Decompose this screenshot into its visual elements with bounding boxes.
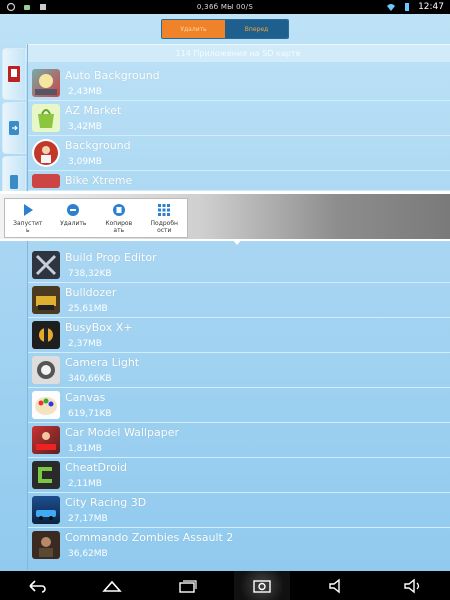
side-tab-move[interactable] — [2, 102, 26, 154]
busybox-icon — [32, 321, 60, 349]
app-name: Background — [65, 139, 131, 152]
app-size: 2,43MB — [68, 87, 102, 97]
app-size: 3,09MB — [68, 157, 102, 167]
app-name: Canvas — [65, 391, 106, 404]
camera-light-icon — [32, 356, 60, 384]
app-size: 2,11MB — [68, 479, 102, 489]
delete-button[interactable]: Удалить — [51, 199, 97, 237]
app-name: CheatDroid — [65, 461, 127, 474]
app-size: 36,62MB — [68, 549, 108, 559]
recent-apps-icon[interactable] — [177, 577, 199, 595]
app-name: Build Prop Editor — [65, 251, 157, 264]
mode-toggle[interactable]: Удалить Вперед — [161, 19, 289, 39]
app-size: 27,17MB — [68, 514, 108, 524]
app-name: Car Model Wallpaper — [65, 426, 179, 439]
phone-icon — [10, 175, 18, 189]
app-size: 738,32KB — [68, 269, 112, 279]
tab-forward[interactable]: Вперед — [225, 20, 288, 38]
app-name: Auto Background — [65, 69, 160, 82]
back-icon[interactable] — [26, 577, 48, 595]
app-name: Commando Zombies Assault 2 — [65, 531, 234, 544]
list-item[interactable]: Bulldozer 25,61MB — [28, 283, 450, 318]
list-item[interactable]: City Racing 3D 27,17MB — [28, 493, 450, 528]
volume-up-icon[interactable] — [402, 577, 424, 595]
notification-icon — [40, 4, 46, 10]
app-name: Bulldozer — [65, 286, 117, 299]
network-speed: 0,36б МЫ 00/S — [196, 3, 254, 11]
app-name: City Racing 3D — [65, 496, 147, 509]
bulldozer-icon — [32, 286, 60, 314]
screenshot-button[interactable] — [234, 571, 290, 600]
app-name: BusyBox X+ — [65, 321, 133, 334]
list-item[interactable]: BusyBox X+ 2,37MB — [28, 318, 450, 353]
grid-icon — [158, 204, 171, 216]
canvas-icon — [32, 391, 60, 419]
delete-icon — [67, 204, 80, 216]
copy-label: Копиров ать — [105, 220, 133, 234]
details-button[interactable]: Подробн ости — [142, 199, 188, 237]
move-to-phone-icon — [9, 121, 19, 135]
list-item[interactable]: Commando Zombies Assault 2 36,62MB — [28, 528, 450, 563]
list-item[interactable]: Build Prop Editor 738,32KB — [28, 248, 450, 283]
app-size: 2,37MB — [68, 339, 102, 349]
copy-icon — [112, 204, 125, 216]
side-tab-sd[interactable] — [2, 48, 26, 100]
action-buttons: Запустит ь Удалить Копиров ать Подробн о… — [4, 198, 188, 238]
copy-button[interactable]: Копиров ать — [96, 199, 142, 237]
cheatdroid-icon — [32, 461, 60, 489]
app-size: 3,42MB — [68, 122, 102, 132]
list-item[interactable]: Car Model Wallpaper 1,81MB — [28, 423, 450, 458]
list-item[interactable] — [28, 50, 450, 62]
app-name: AZ Market — [65, 104, 122, 117]
wifi-icon — [387, 4, 396, 11]
status-bar: 0,36б МЫ 00/S 12:47 — [0, 0, 450, 14]
home-icon[interactable] — [101, 577, 123, 595]
city-racing-icon — [32, 496, 60, 524]
list-item[interactable]: AZ Market 3,42MB — [28, 101, 450, 136]
refresh-icon — [6, 2, 16, 12]
play-icon — [23, 204, 33, 216]
build-prop-editor-icon — [32, 251, 60, 279]
auto-background-icon — [32, 69, 60, 97]
battery-icon — [405, 3, 410, 11]
app-size: 25,61MB — [68, 304, 108, 314]
camera-icon — [253, 580, 271, 593]
delete-label: Удалить — [60, 220, 87, 227]
list-item[interactable]: Auto Background 2,43MB — [28, 66, 450, 101]
bike-xtreme-icon — [32, 174, 60, 188]
app-size: 1,81MB — [68, 444, 102, 454]
details-label: Подробн ости — [150, 220, 178, 234]
app-size: 340,66KB — [68, 374, 112, 384]
list-item[interactable]: CheatDroid 2,11MB — [28, 458, 450, 493]
app-size: 619,71KB — [68, 409, 112, 419]
quick-action-bar: Запустит ь Удалить Копиров ать Подробн о… — [0, 191, 450, 241]
list-item[interactable]: Canvas 619,71KB — [28, 388, 450, 423]
volume-down-icon[interactable] — [326, 577, 348, 595]
run-button[interactable]: Запустит ь — [5, 199, 51, 237]
az-market-icon — [32, 104, 60, 132]
android-icon — [24, 5, 30, 10]
background-icon — [32, 139, 60, 167]
navigation-bar — [0, 571, 450, 600]
app-name: Camera Light — [65, 356, 140, 369]
clock: 12:47 — [418, 2, 444, 12]
popup-pointer — [232, 239, 242, 245]
car-model-wallpaper-icon — [32, 426, 60, 454]
sd-card-icon — [8, 66, 20, 82]
commando-zombies-icon — [32, 531, 60, 559]
list-item[interactable]: Camera Light 340,66KB — [28, 353, 450, 388]
tab-delete[interactable]: Удалить — [162, 20, 225, 38]
run-label: Запустит ь — [13, 220, 43, 234]
app-name: Bike Xtreme — [65, 174, 133, 187]
side-tabs — [0, 44, 28, 570]
list-item[interactable]: Bike Xtreme — [28, 171, 450, 191]
list-item[interactable]: Background 3,09MB — [28, 136, 450, 171]
